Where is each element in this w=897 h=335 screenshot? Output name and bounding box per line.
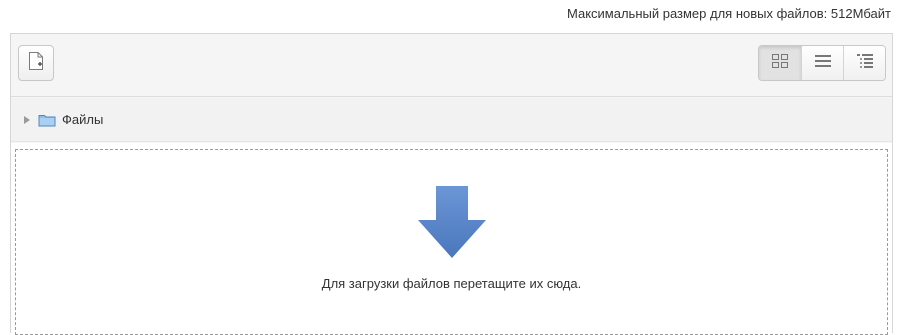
download-arrow-icon bbox=[417, 186, 486, 263]
file-area: Для загрузки файлов перетащите их сюда. bbox=[11, 143, 892, 335]
folder-icon bbox=[38, 113, 56, 127]
file-manager-toolbar bbox=[11, 34, 892, 97]
add-file-button[interactable] bbox=[18, 45, 54, 81]
add-file-icon bbox=[28, 51, 44, 76]
view-list-button[interactable] bbox=[801, 46, 843, 80]
file-manager: Файлы Для загрузки файлов перетащите их … bbox=[10, 33, 893, 335]
list-view-icon bbox=[814, 54, 832, 73]
icon-view-icon bbox=[771, 53, 789, 74]
breadcrumb-folder-files[interactable]: Файлы bbox=[62, 112, 103, 127]
breadcrumb: Файлы bbox=[11, 98, 892, 142]
tree-view-icon bbox=[856, 53, 874, 74]
expand-triangle-icon[interactable] bbox=[24, 115, 30, 124]
view-icons-button[interactable] bbox=[759, 46, 801, 80]
max-file-size-label: Максимальный размер для новых файлов: 51… bbox=[567, 6, 891, 21]
view-mode-switcher bbox=[758, 45, 886, 81]
drop-zone[interactable]: Для загрузки файлов перетащите их сюда. bbox=[15, 149, 888, 335]
view-tree-button[interactable] bbox=[843, 46, 885, 80]
drop-zone-hint: Для загрузки файлов перетащите их сюда. bbox=[321, 276, 582, 291]
